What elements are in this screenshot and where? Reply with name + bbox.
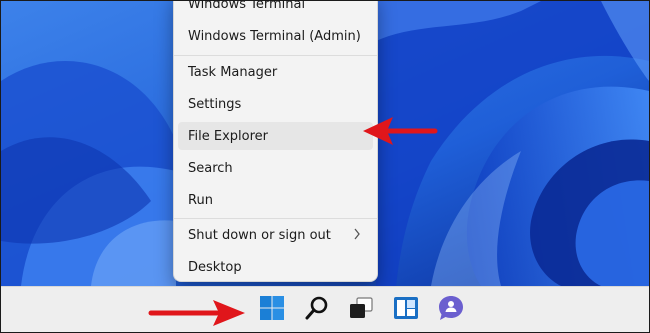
menu-item-label: Windows Terminal — [188, 0, 306, 12]
context-menu: Windows Terminal Windows Terminal (Admin… — [173, 0, 378, 282]
menu-item-task-manager[interactable]: Task Manager — [178, 58, 373, 86]
menu-item-search[interactable]: Search — [178, 154, 373, 182]
widgets-icon[interactable] — [391, 293, 421, 323]
menu-item-label: Settings — [188, 96, 242, 112]
taskbar — [1, 286, 649, 332]
screenshot-frame: Windows Terminal Windows Terminal (Admin… — [0, 0, 650, 333]
search-icon[interactable] — [302, 293, 332, 323]
menu-item-label: Run — [188, 192, 213, 208]
menu-item-label: Search — [188, 160, 233, 176]
menu-separator — [174, 55, 377, 56]
menu-item-settings[interactable]: Settings — [178, 90, 373, 118]
chevron-right-icon — [353, 228, 361, 243]
annotation-arrow-start-button — [148, 300, 245, 326]
menu-item-label: Shut down or sign out — [188, 227, 331, 243]
menu-item-file-explorer[interactable]: File Explorer — [178, 122, 373, 150]
annotation-arrow-file-explorer — [363, 117, 438, 145]
menu-item-label: Windows Terminal (Admin) — [188, 28, 361, 44]
menu-item-label: Task Manager — [188, 64, 278, 80]
menu-item-desktop[interactable]: Desktop — [178, 253, 373, 281]
windows-start-icon[interactable] — [257, 293, 287, 323]
menu-item-shut-down-or-sign-out[interactable]: Shut down or sign out — [178, 221, 373, 249]
menu-item-label: Desktop — [188, 259, 242, 275]
menu-item-windows-terminal[interactable]: Windows Terminal — [178, 0, 373, 18]
menu-separator — [174, 218, 377, 219]
menu-item-run[interactable]: Run — [178, 186, 373, 214]
task-view-icon[interactable] — [346, 293, 376, 323]
menu-item-label: File Explorer — [188, 128, 269, 144]
menu-item-windows-terminal-admin[interactable]: Windows Terminal (Admin) — [178, 22, 373, 50]
teams-chat-icon[interactable] — [436, 293, 466, 323]
